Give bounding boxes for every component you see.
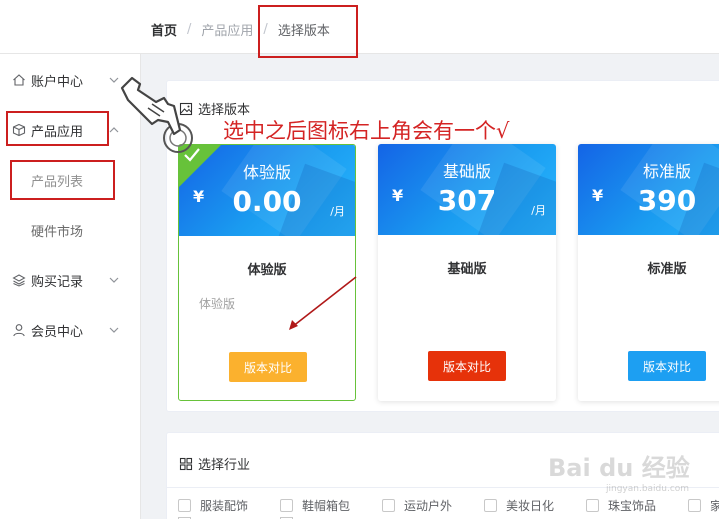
checkbox-label: 美妆日化 bbox=[506, 499, 555, 513]
industry-panel-title: 选择行业 bbox=[179, 454, 250, 473]
watermark-url: jingyan.baidu.com bbox=[606, 484, 690, 494]
checkbox[interactable] bbox=[484, 499, 497, 512]
checkbox[interactable] bbox=[688, 499, 701, 512]
panel-title-text: 选择行业 bbox=[198, 458, 251, 473]
watermark-logo: Bai du 经验 bbox=[548, 454, 690, 482]
industry-checkbox-beauty[interactable]: 美妆日化 bbox=[484, 497, 554, 514]
checkbox-label: 鞋帽箱包 bbox=[302, 499, 351, 513]
checkbox-label: 家 bbox=[710, 499, 719, 513]
industry-checkbox-shoes-bags[interactable]: 鞋帽箱包 bbox=[280, 497, 350, 514]
checkbox-label: 运动户外 bbox=[404, 499, 453, 513]
checkbox-label: 服装配饰 bbox=[200, 499, 249, 513]
checkbox[interactable] bbox=[280, 499, 293, 512]
checkbox[interactable] bbox=[178, 499, 191, 512]
industry-checkbox-sports[interactable]: 运动户外 bbox=[382, 497, 452, 514]
checkbox[interactable] bbox=[586, 499, 599, 512]
grid-icon bbox=[179, 457, 193, 471]
pointing-hand-icon bbox=[118, 72, 200, 160]
checkbox[interactable] bbox=[382, 499, 395, 512]
checkbox-label: 珠宝饰品 bbox=[608, 499, 657, 513]
industry-checkbox-jewelry[interactable]: 珠宝饰品 bbox=[586, 497, 656, 514]
industry-checkbox-apparel[interactable]: 服装配饰 bbox=[178, 497, 248, 514]
page: 首页 / 产品应用 / 选择版本 账户中心 产品应用 产品列表 硬件市场 购买记… bbox=[0, 0, 719, 519]
industry-checkbox-home[interactable]: 家 bbox=[688, 497, 719, 514]
